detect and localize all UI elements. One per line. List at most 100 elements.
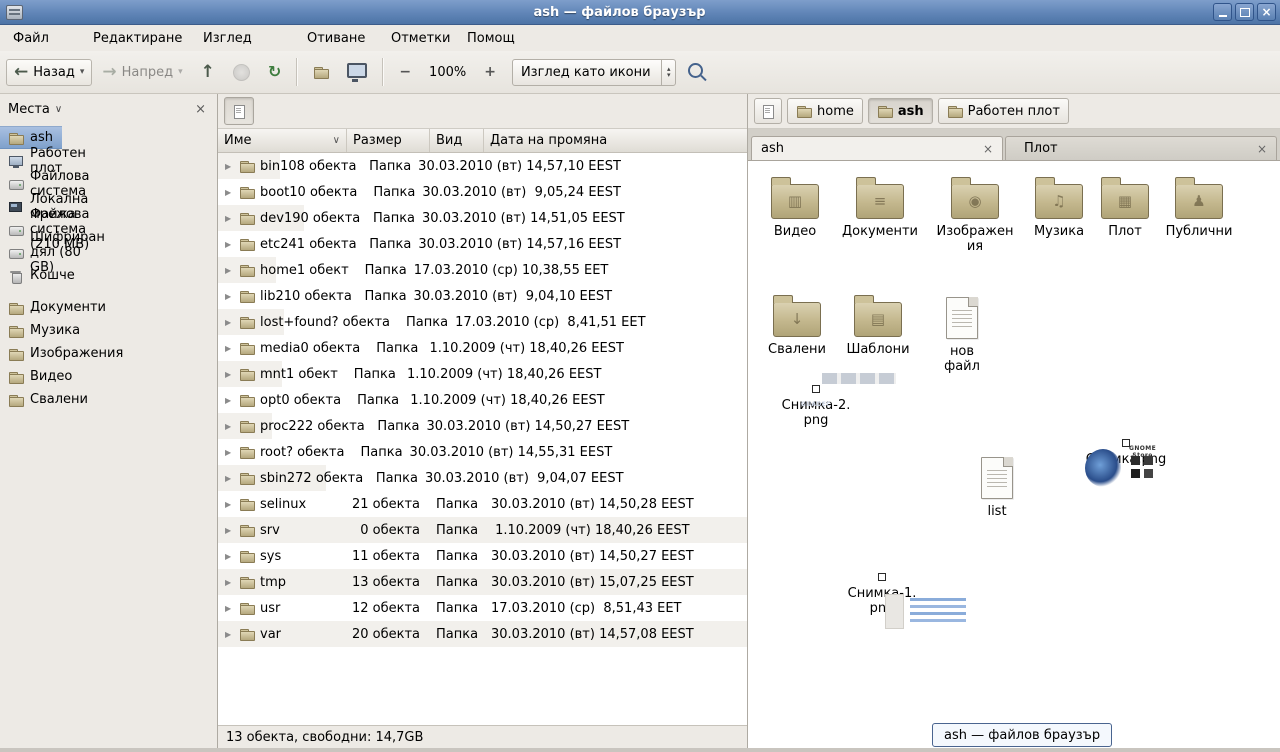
expander-icon[interactable]: ▶: [225, 604, 234, 613]
file-row[interactable]: ▶ selinux 21 обекта Папка 30.03.2010 (вт…: [218, 491, 747, 517]
file-row[interactable]: ▶ dev 190 обекта Папка 30.03.2010 (вт) 1…: [218, 205, 304, 231]
sidebar-item[interactable]: Шифриран дял (80 GB): [0, 241, 82, 264]
combo-arrows-icon[interactable]: ▴▾: [661, 60, 676, 85]
expander-icon[interactable]: ▶: [225, 318, 234, 327]
tab-plot[interactable]: Плот ×: [1005, 136, 1277, 160]
grid-item[interactable]: GNOME Store Снимка.png: [1070, 439, 1182, 467]
file-row[interactable]: ▶ srv 0 обекта Папка 1.10.2009 (чт) 18,4…: [218, 517, 747, 543]
filesystem-location-button[interactable]: [224, 97, 254, 125]
computer-button[interactable]: [339, 57, 375, 88]
sidebar-item[interactable]: Документи: [0, 296, 72, 319]
file-row[interactable]: ▶ var 20 обекта Папка 30.03.2010 (вт) 14…: [218, 621, 747, 647]
maximize-button[interactable]: [1235, 3, 1254, 21]
view-mode-select[interactable]: Изглед като икони ▴▾: [512, 59, 677, 86]
file-row[interactable]: ▶ sys 11 обекта Папка 30.03.2010 (вт) 14…: [218, 543, 747, 569]
expander-icon[interactable]: ▶: [225, 526, 234, 535]
grid-item[interactable]: ▥ Видео: [764, 175, 826, 239]
expander-icon[interactable]: ▶: [225, 396, 234, 405]
grid-item[interactable]: ♫ Музика: [1026, 175, 1092, 239]
file-row[interactable]: ▶ boot 10 обекта Папка 30.03.2010 (вт) 9…: [218, 179, 310, 205]
places-dropdown-icon[interactable]: ∨: [55, 104, 62, 115]
file-row[interactable]: ▶ media 0 обекта Папка 1.10.2009 (чт) 18…: [218, 335, 290, 361]
grid-item[interactable]: ↓ Свалени: [764, 293, 830, 357]
grid-item[interactable]: ◉ Изображен ия: [932, 175, 1018, 254]
expander-icon[interactable]: ▶: [225, 214, 234, 223]
path-button-desktop[interactable]: Работен плот: [938, 98, 1069, 124]
file-row[interactable]: ▶ root ? обекта Папка 30.03.2010 (вт) 14…: [218, 439, 330, 465]
expander-icon[interactable]: ▶: [225, 162, 234, 171]
zoom-level[interactable]: 100%: [421, 65, 474, 80]
grid-item[interactable]: list: [970, 453, 1024, 519]
menu-item[interactable]: Помощ: [458, 28, 558, 49]
expander-icon[interactable]: ▶: [225, 448, 234, 457]
grid-item[interactable]: ▦ Плот: [1096, 175, 1154, 239]
file-row[interactable]: ▶ tmp 13 обекта Папка 30.03.2010 (вт) 15…: [218, 569, 747, 595]
up-button[interactable]: ↑: [193, 59, 223, 85]
zoom-in-button[interactable]: +: [476, 58, 504, 86]
folder-emblem-icon: ↓: [791, 312, 804, 327]
file-row[interactable]: ▶ opt 0 обекта Папка 1.10.2009 (чт) 18,4…: [218, 387, 322, 413]
file-row[interactable]: ▶ sbin 272 обекта Папка 30.03.2010 (вт) …: [218, 465, 326, 491]
folder-icon: [239, 314, 255, 330]
menu-item[interactable]: Изглед: [194, 28, 298, 49]
sidebar-item[interactable]: Кошче: [0, 264, 66, 287]
grid-item[interactable]: ▤ Шаблони: [842, 293, 914, 357]
expander-icon[interactable]: ▶: [225, 578, 234, 587]
expander-icon[interactable]: ▶: [225, 422, 234, 431]
grid-item[interactable]: ♟ Публични: [1158, 175, 1240, 239]
sidebar-item[interactable]: Свалени: [0, 388, 112, 411]
menu-item[interactable]: Отиване: [298, 28, 382, 49]
titlebar[interactable]: ash — файлов браузър ×: [0, 0, 1280, 25]
menu-item[interactable]: Отметки: [382, 28, 458, 49]
expander-icon[interactable]: ▶: [225, 266, 234, 275]
forward-button[interactable]: → Напред ▾: [94, 59, 190, 86]
grid-item[interactable]: GUADEC Снимка-2. png: [764, 385, 868, 428]
path-root-button[interactable]: [754, 98, 782, 124]
expander-icon[interactable]: ▶: [225, 630, 234, 639]
grid-item[interactable]: ≡ Документи: [834, 175, 926, 239]
file-row[interactable]: ▶ usr 12 обекта Папка 17.03.2010 (ср) 8,…: [218, 595, 747, 621]
file-row[interactable]: ▶ lost+found ? обекта Папка 17.03.2010 (…: [218, 309, 284, 335]
expander-icon[interactable]: ▶: [225, 500, 234, 509]
expander-icon[interactable]: ▶: [225, 370, 234, 379]
column-header-type[interactable]: Вид: [430, 129, 484, 152]
column-header-modified[interactable]: Дата на промяна: [484, 129, 747, 152]
reload-button[interactable]: ↻: [260, 59, 289, 85]
menu-item[interactable]: Редактиране: [84, 28, 194, 49]
file-row[interactable]: ▶ mnt 1 обект Папка 1.10.2009 (чт) 18,40…: [218, 361, 282, 387]
file-row[interactable]: ▶ bin 108 обекта Папка 30.03.2010 (вт) 1…: [218, 153, 280, 179]
grid-item[interactable]: нов файл: [930, 293, 994, 374]
expander-icon[interactable]: ▶: [225, 552, 234, 561]
expander-icon[interactable]: ▶: [225, 240, 234, 249]
menu-item[interactable]: Файл: [4, 28, 84, 49]
zoom-out-button[interactable]: −: [391, 58, 419, 86]
expander-icon[interactable]: ▶: [225, 344, 234, 353]
home-button[interactable]: [305, 58, 337, 86]
places-title[interactable]: Места: [8, 102, 50, 117]
expander-icon[interactable]: ▶: [225, 188, 234, 197]
tab-close-icon[interactable]: ×: [973, 142, 993, 156]
tab-close-icon[interactable]: ×: [1247, 142, 1267, 156]
grid-item[interactable]: Снимка-1. png: [828, 573, 936, 616]
file-row[interactable]: ▶ etc 241 обекта Папка 30.03.2010 (вт) 1…: [218, 231, 284, 257]
sidebar-item[interactable]: Музика: [0, 319, 64, 342]
column-header-size[interactable]: Размер: [347, 129, 430, 152]
close-button[interactable]: ×: [1257, 3, 1276, 21]
search-button[interactable]: [678, 56, 717, 88]
expander-icon[interactable]: ▶: [225, 292, 234, 301]
stop-button[interactable]: [225, 58, 258, 87]
sidebar-item[interactable]: Видео: [0, 365, 54, 388]
file-row[interactable]: ▶ lib 210 обекта Папка 30.03.2010 (вт) 9…: [218, 283, 300, 309]
sidebar-item[interactable]: Изображения: [0, 342, 104, 365]
back-button[interactable]: ← Назад ▾: [6, 59, 92, 86]
path-button-ash[interactable]: ash: [868, 98, 933, 124]
places-close-button[interactable]: ×: [192, 102, 209, 117]
tab-ash[interactable]: ash ×: [751, 136, 1003, 160]
back-dropdown-icon[interactable]: ▾: [80, 67, 85, 77]
file-row[interactable]: ▶ proc 222 обекта Папка 30.03.2010 (вт) …: [218, 413, 272, 439]
file-row[interactable]: ▶ home 1 обект Папка 17.03.2010 (ср) 10,…: [218, 257, 276, 283]
minimize-button[interactable]: [1213, 3, 1232, 21]
expander-icon[interactable]: ▶: [225, 474, 234, 483]
column-header-name[interactable]: Име ∨: [218, 129, 347, 152]
path-button-home[interactable]: home: [787, 98, 863, 124]
